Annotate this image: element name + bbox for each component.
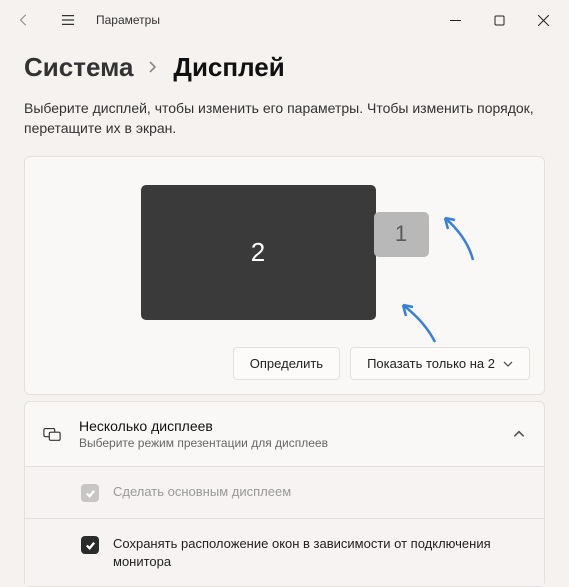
chevron-up-icon xyxy=(512,427,526,441)
chevron-down-icon xyxy=(503,359,513,369)
multiple-displays-expander: Несколько дисплеев Выберите режим презен… xyxy=(24,401,545,587)
chevron-right-icon xyxy=(147,57,159,78)
expander-subtitle: Выберите режим презентации для дисплеев xyxy=(79,436,494,450)
display-mode-dropdown[interactable]: Показать только на 2 xyxy=(350,347,530,380)
remember-window-layout-option[interactable]: Сохранять расположение окон в зависимост… xyxy=(25,518,544,586)
checkbox-disabled-icon xyxy=(81,484,99,502)
breadcrumb-current: Дисплей xyxy=(173,52,284,83)
display-arrange-panel: 2 1 Определить Показать только на 2 xyxy=(24,156,545,395)
window-title: Параметры xyxy=(96,13,160,27)
minimize-button[interactable] xyxy=(433,2,477,38)
identify-button[interactable]: Определить xyxy=(233,347,340,380)
checkbox-checked-icon[interactable] xyxy=(81,536,99,554)
make-main-display-option: Сделать основным дисплеем xyxy=(25,466,544,518)
maximize-button[interactable] xyxy=(477,2,521,38)
expander-header[interactable]: Несколько дисплеев Выберите режим презен… xyxy=(25,402,544,466)
breadcrumb: Система Дисплей xyxy=(24,52,545,83)
back-button[interactable] xyxy=(4,2,44,38)
annotation-arrow-icon xyxy=(435,212,485,267)
monitor-canvas[interactable]: 2 1 xyxy=(25,157,544,347)
displays-icon xyxy=(43,425,61,443)
monitor-1[interactable]: 1 xyxy=(374,212,429,257)
menu-icon[interactable] xyxy=(48,2,88,38)
breadcrumb-parent[interactable]: Система xyxy=(24,52,133,83)
page-description: Выберите дисплей, чтобы изменить его пар… xyxy=(24,99,545,138)
monitor-2[interactable]: 2 xyxy=(141,185,376,320)
expander-title: Несколько дисплеев xyxy=(79,418,494,434)
titlebar: Параметры xyxy=(0,0,569,40)
close-button[interactable] xyxy=(521,2,565,38)
